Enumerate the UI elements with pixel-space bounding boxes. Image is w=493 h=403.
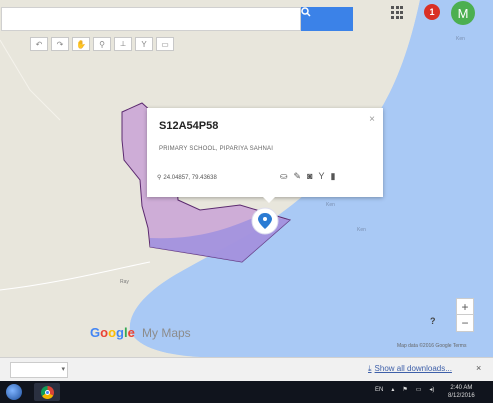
style-icon[interactable]: ⛀	[280, 171, 288, 182]
apps-grid-icon[interactable]	[391, 6, 405, 20]
flag-icon[interactable]: ⚑	[402, 386, 407, 393]
taskbar: EN ▴ ⚑ ▭ ◂) 2:40 AM 8/12/2016	[0, 381, 493, 403]
location-marker[interactable]	[251, 207, 279, 235]
notification-badge[interactable]: 1	[424, 4, 440, 20]
feature-info-popup: S12A54P58 × PRIMARY SCHOOL, PIPARIYA SAH…	[147, 108, 383, 197]
pin-icon: ⚲	[157, 175, 162, 181]
clock-date: 8/12/2016	[448, 393, 475, 399]
search-input[interactable]	[1, 7, 301, 31]
clock-time: 2:40 AM	[450, 385, 473, 391]
google-logo: Google	[90, 325, 135, 340]
avatar[interactable]: M	[451, 1, 475, 25]
river-label: Ken	[456, 36, 465, 42]
download-bar: ▾ ⤓ Show all downloads... ×	[0, 357, 493, 382]
popup-actions: ⛀ ✎ ◙ Y ▮	[280, 171, 336, 182]
directions-icon[interactable]: Y	[319, 171, 325, 182]
route-icon[interactable]: Y	[135, 37, 153, 51]
popup-tail	[262, 196, 276, 203]
system-clock[interactable]: 2:40 AM 8/12/2016	[448, 384, 475, 400]
edit-icon[interactable]: ✎	[294, 171, 302, 182]
network-icon[interactable]: ▭	[416, 386, 422, 393]
language-indicator[interactable]: EN	[375, 387, 383, 393]
download-icon: ⤓	[368, 364, 372, 373]
close-icon[interactable]: ×	[476, 363, 481, 373]
windows-icon	[6, 384, 22, 400]
zoom-out-button[interactable]: −	[456, 314, 474, 332]
delete-icon[interactable]: ▮	[331, 171, 336, 182]
camera-icon[interactable]: ◙	[307, 171, 312, 182]
start-button[interactable]	[2, 382, 26, 402]
help-button[interactable]: ?	[430, 316, 436, 326]
volume-icon[interactable]: ◂)	[429, 386, 434, 393]
map-toolbar: ↶ ↷ ✋ ⚲ ⟂ Y ▭	[30, 37, 174, 51]
draw-line-icon[interactable]: ⟂	[114, 37, 132, 51]
chevron-down-icon[interactable]: ▾	[61, 365, 65, 373]
popup-coordinates: ⚲ 24.04857, 79.43638	[157, 174, 217, 182]
taskbar-chrome-button[interactable]	[34, 383, 60, 401]
popup-description: PRIMARY SCHOOL, PIPARIYA SAHNAI	[159, 146, 274, 152]
undo-icon[interactable]: ↶	[30, 37, 48, 51]
chrome-icon	[40, 385, 54, 399]
download-item[interactable]: ▾	[10, 362, 68, 378]
marker-icon[interactable]: ⚲	[93, 37, 111, 51]
ruler-icon[interactable]: ▭	[156, 37, 174, 51]
close-icon[interactable]: ×	[369, 114, 375, 125]
search-icon	[301, 7, 311, 17]
show-all-downloads-link[interactable]: ⤓ Show all downloads...	[368, 364, 452, 374]
search-button[interactable]	[301, 7, 353, 31]
popup-title: S12A54P58	[159, 120, 219, 132]
map-attribution[interactable]: Map data ©2016 Google Terms	[397, 343, 466, 349]
chevron-up-icon[interactable]: ▴	[391, 386, 394, 393]
hand-icon[interactable]: ✋	[72, 37, 90, 51]
show-all-downloads-label: Show all downloads...	[374, 364, 452, 373]
river-label-3: Ken	[357, 227, 366, 233]
system-tray: EN ▴ ⚑ ▭ ◂)	[375, 386, 434, 394]
map-canvas[interactable]: Ken Ken Ken Ray ↶ ↷ ✋ ⚲ ⟂ Y ▭ 1 M S12A54P58 × …	[0, 0, 493, 357]
redo-icon[interactable]: ↷	[51, 37, 69, 51]
my-maps-label: My Maps	[142, 326, 191, 340]
river-label-2: Ken	[326, 202, 335, 208]
road-label: Ray	[120, 279, 129, 285]
coords-text: 24.04857, 79.43638	[163, 174, 217, 181]
